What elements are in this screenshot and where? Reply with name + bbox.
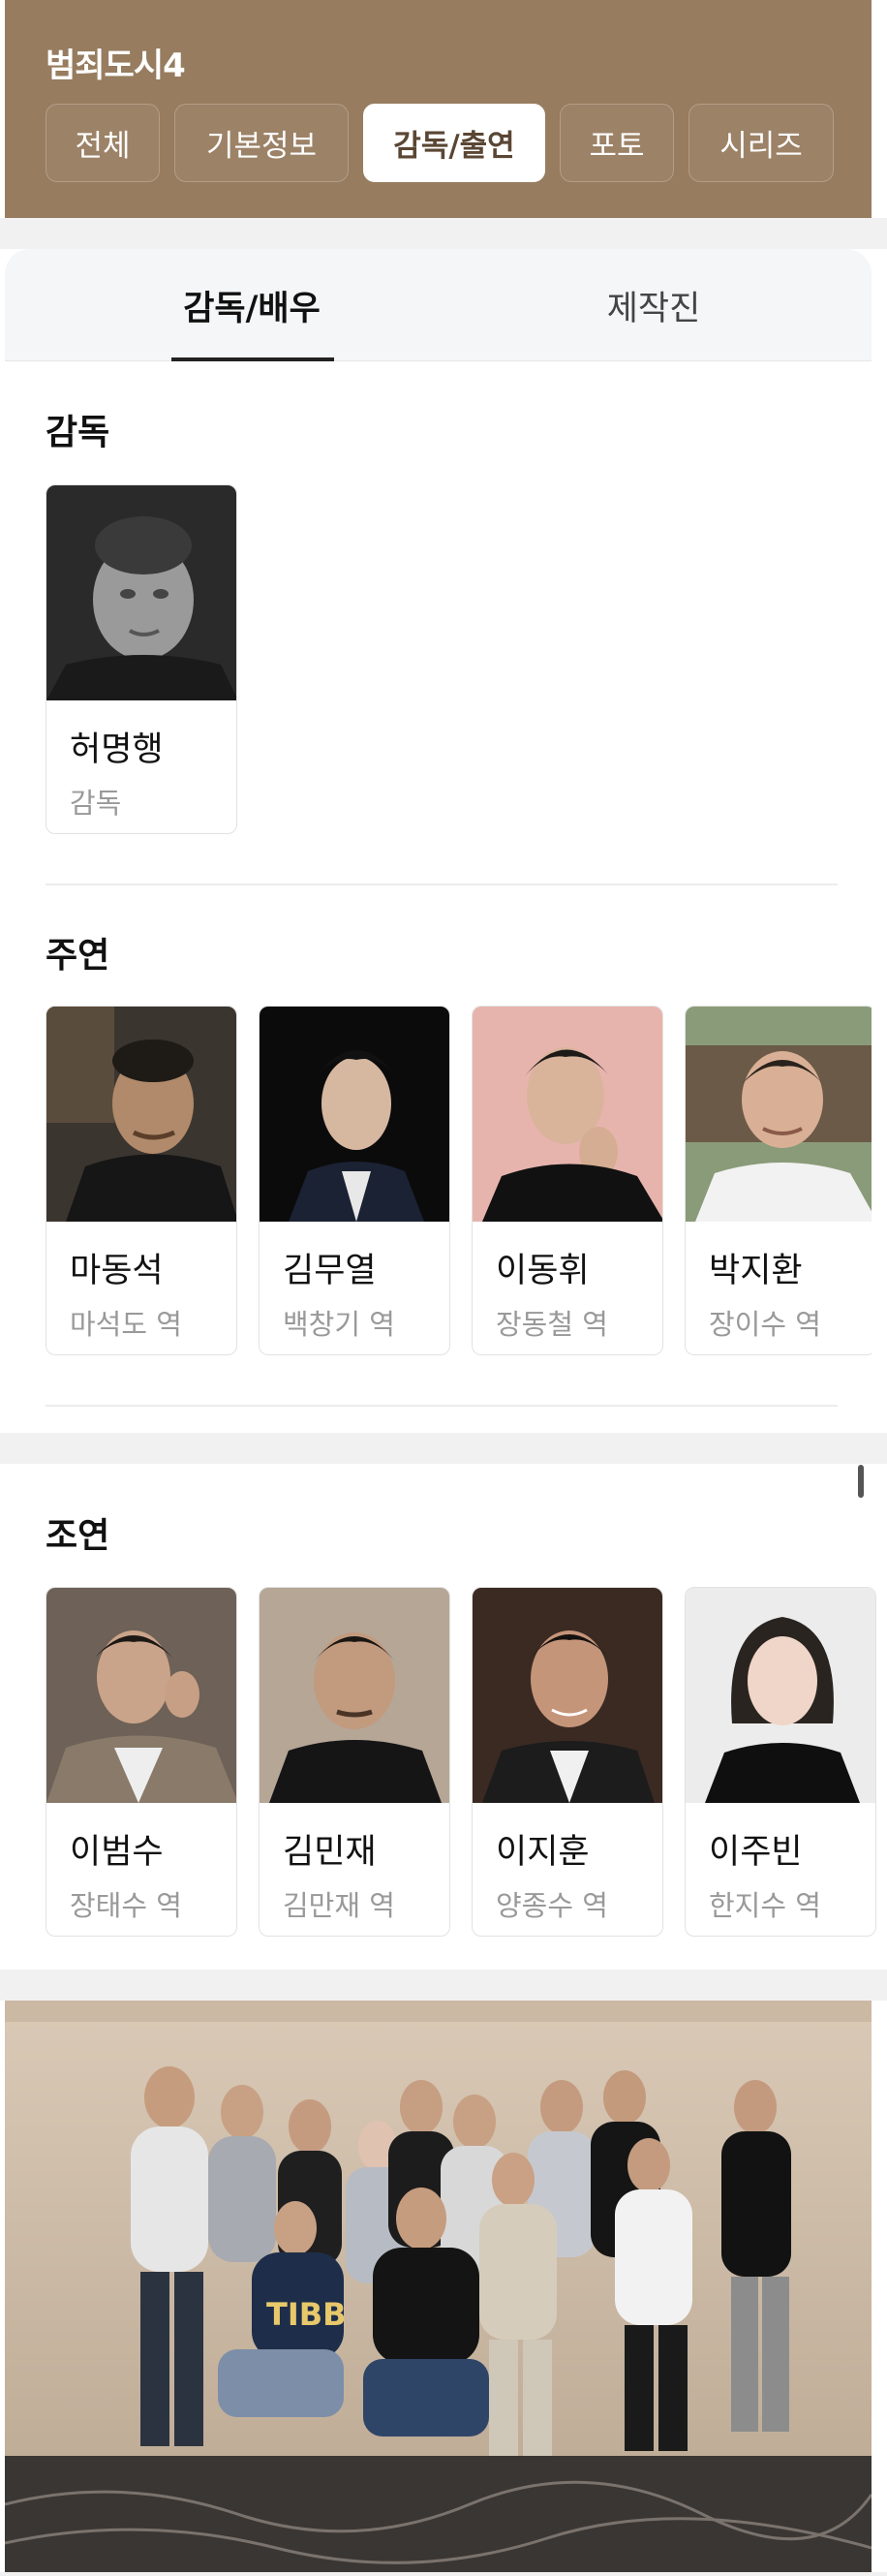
section-gap (0, 1433, 887, 1464)
section-gap (0, 218, 887, 249)
person-role: 장이수 역 (709, 1308, 821, 1341)
person-role: 김만재 역 (283, 1889, 395, 1922)
person-card[interactable]: 김민재 김만재 역 (259, 1587, 450, 1937)
sub-tab-bar: 감독/배우 제작진 (5, 249, 872, 361)
page-bottom (0, 2572, 887, 2576)
person-photo (260, 1007, 449, 1222)
movie-title: 범죄도시4 (46, 47, 186, 85)
person-name: 허명행 (70, 730, 164, 769)
person-role: 양종수 역 (496, 1889, 608, 1922)
person-role: 마석도 역 (70, 1308, 182, 1341)
svg-text:TIBB: TIBB (266, 2296, 347, 2333)
person-card[interactable]: 마동석 마석도 역 (46, 1006, 237, 1355)
person-name: 마동석 (70, 1252, 164, 1290)
person-role: 감독 (70, 787, 122, 820)
supporting-panel: 조연 이범수 장태수 역 김민재 김만재 역 이지훈 양종수 역 이주빈 한지수… (5, 1464, 876, 1970)
person-name: 이범수 (70, 1833, 164, 1872)
cast-panel: 감독/배우 제작진 감독 허명행 감독 주연 마동석 마석도 역 김무열 백창기… (5, 249, 872, 1433)
person-name: 김민재 (283, 1833, 377, 1872)
subtab-director-actors[interactable]: 감독/배우 (131, 249, 373, 361)
active-subtab-indicator (171, 357, 334, 361)
person-role: 한지수 역 (709, 1889, 821, 1922)
main-tab-bar: 전체 기본정보 감독/출연 포토 시리즈 (46, 104, 848, 182)
tab-all[interactable]: 전체 (46, 104, 160, 182)
lead-section-title: 주연 (46, 936, 110, 976)
person-card[interactable]: 이지훈 양종수 역 (472, 1587, 663, 1937)
director-section-title: 감독 (46, 413, 110, 452)
person-card[interactable]: 이주빈 한지수 역 (685, 1587, 876, 1937)
tab-basic-info[interactable]: 기본정보 (174, 104, 349, 182)
section-divider (46, 1405, 838, 1407)
supporting-section-title: 조연 (46, 1516, 110, 1556)
person-name: 이주빈 (709, 1833, 803, 1872)
person-name: 김무열 (283, 1252, 377, 1290)
person-role: 장태수 역 (70, 1889, 182, 1922)
section-gap (0, 1970, 887, 2001)
person-card[interactable]: 이동휘 장동철 역 (472, 1006, 663, 1355)
person-photo (473, 1588, 662, 1803)
tab-series[interactable]: 시리즈 (688, 104, 834, 182)
tab-photo[interactable]: 포토 (560, 104, 674, 182)
cast-group-photo: TIBB (5, 2001, 872, 2572)
movie-header: 범죄도시4 전체 기본정보 감독/출연 포토 시리즈 (5, 0, 872, 218)
person-card[interactable]: 허명행 감독 (46, 484, 237, 834)
person-photo (473, 1007, 662, 1222)
person-name: 박지환 (709, 1252, 803, 1290)
person-photo (260, 1588, 449, 1803)
person-photo (46, 485, 236, 700)
person-role: 장동철 역 (496, 1308, 608, 1341)
person-photo (46, 1007, 236, 1222)
subtab-staff[interactable]: 제작진 (533, 249, 775, 361)
person-card[interactable]: 이범수 장태수 역 (46, 1587, 237, 1937)
section-divider (46, 884, 838, 885)
tab-cast-crew[interactable]: 감독/출연 (363, 104, 545, 182)
person-photo (686, 1007, 872, 1222)
person-card[interactable]: 김무열 백창기 역 (259, 1006, 450, 1355)
scrollbar-thumb[interactable] (858, 1465, 864, 1498)
person-role: 백창기 역 (283, 1308, 395, 1341)
person-card[interactable]: 박지환 장이수 역 (685, 1006, 872, 1355)
person-photo (46, 1588, 236, 1803)
person-photo (686, 1588, 875, 1803)
person-name: 이동휘 (496, 1252, 590, 1290)
person-name: 이지훈 (496, 1833, 590, 1872)
